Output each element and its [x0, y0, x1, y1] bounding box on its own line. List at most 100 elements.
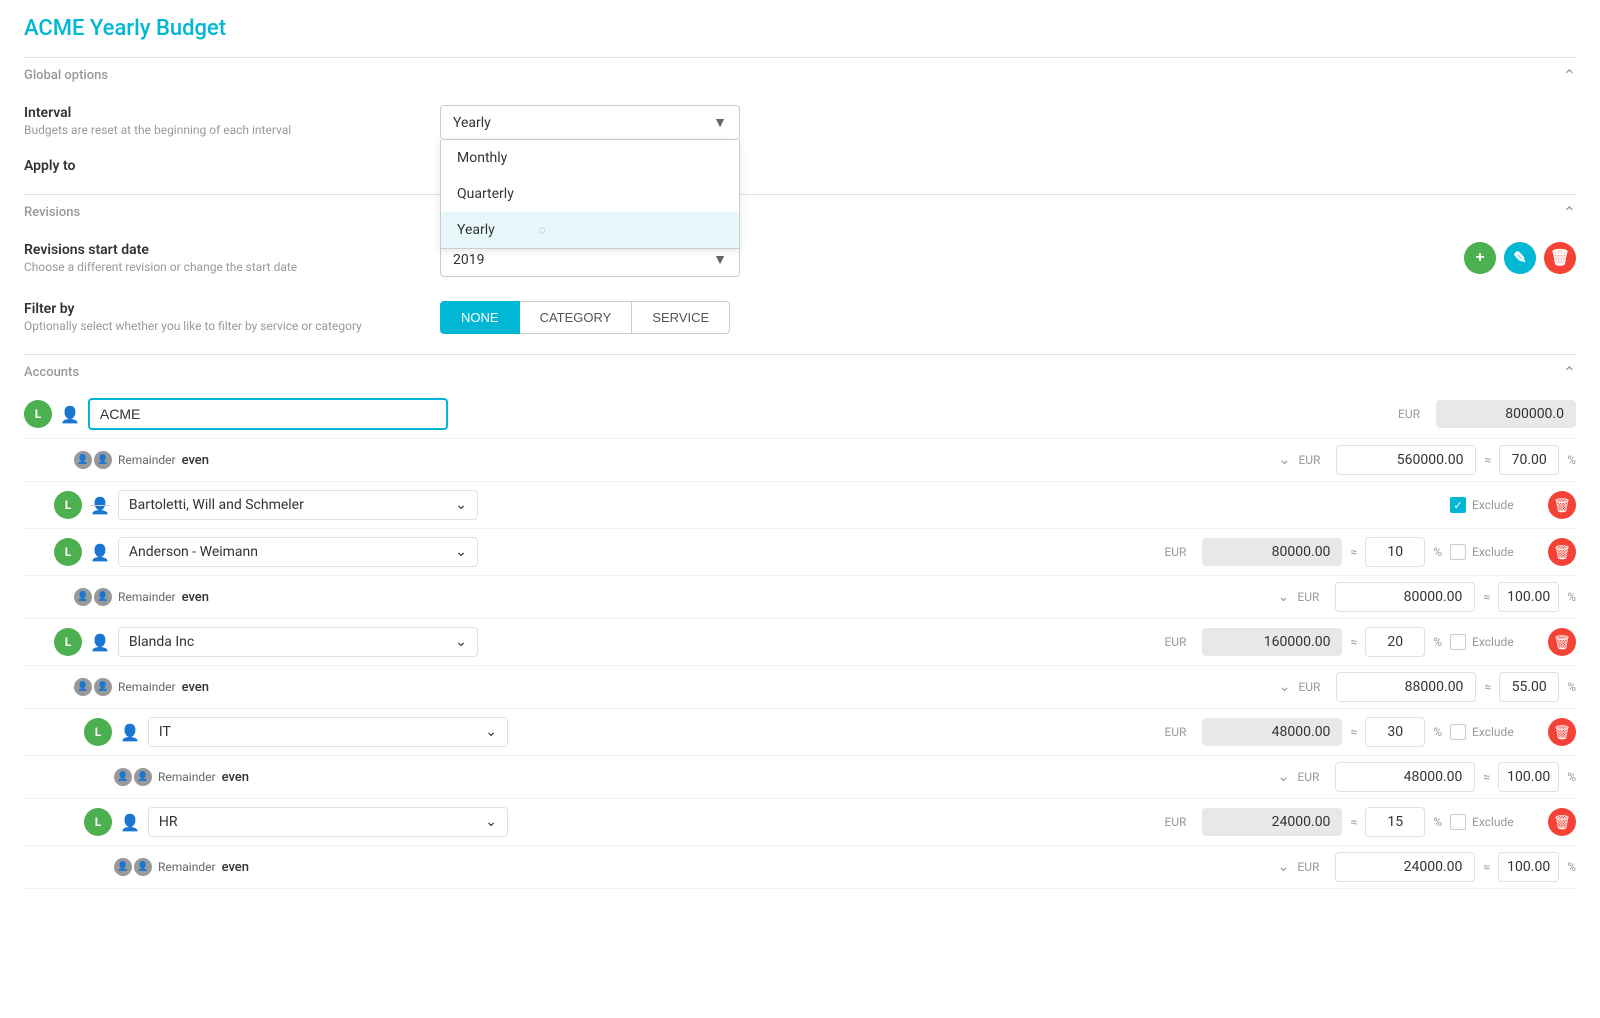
interval-title: Interval: [24, 105, 424, 121]
revisions-date-label: Revisions start date Choose a different …: [24, 242, 424, 274]
bartoletti-select[interactable]: Bartoletti, Will and Schmeler ⌄: [118, 490, 478, 520]
hr-select[interactable]: HR ⌄: [148, 807, 508, 837]
delete-revision-button[interactable]: 🗑: [1544, 242, 1576, 274]
anderson-remainder-amount: 80000.00: [1335, 582, 1475, 612]
anderson-remainder-chevron[interactable]: ⌄: [1278, 589, 1290, 605]
anderson-remainder-value: even: [182, 590, 209, 605]
delete-bartoletti-button[interactable]: 🗑: [1548, 491, 1576, 519]
it-exclude-checkbox[interactable]: [1450, 724, 1466, 740]
anderson-remainder-percent: 100.00: [1498, 582, 1559, 612]
global-options-title: Global options: [24, 68, 108, 83]
anderson-name: Anderson - Weimann: [129, 544, 258, 560]
interval-option-yearly[interactable]: Yearly ◌: [441, 212, 739, 248]
delete-hr-button[interactable]: 🗑: [1548, 808, 1576, 836]
it-approx: ≈: [1350, 725, 1357, 739]
avatar-it: L: [84, 718, 112, 746]
blanda-exclude-checkbox[interactable]: [1450, 634, 1466, 650]
icon-d2: 👤: [134, 768, 152, 786]
it-remainder-percent: 100.00: [1498, 762, 1559, 792]
filter-category-button[interactable]: CATEGORY: [520, 301, 633, 334]
hr-exclude-label: Exclude: [1472, 815, 1514, 829]
it-percent: 30: [1365, 717, 1425, 747]
it-select[interactable]: IT ⌄: [148, 717, 508, 747]
avatar-blanda: L: [54, 628, 82, 656]
hr-remainder-value: even: [222, 860, 249, 875]
account-row-blanda: L 👤 Blanda Inc ⌄ EUR 160000.00 ≈ 20 % Ex…: [24, 619, 1576, 666]
accounts-header: Accounts ⌃: [24, 354, 1576, 390]
person-icon-acme: 👤: [60, 405, 80, 424]
anderson-select[interactable]: Anderson - Weimann ⌄: [118, 537, 478, 567]
it-remainder-currency: EUR: [1297, 770, 1327, 784]
blanda-remainder-approx: ≈: [1484, 680, 1491, 694]
acme-remainder-label: Remainder: [118, 453, 176, 467]
it-remainder-chevron[interactable]: ⌄: [1278, 769, 1290, 785]
interval-select[interactable]: Yearly ▼: [440, 105, 740, 140]
hr-amount: 24000.00: [1202, 808, 1342, 836]
edit-revision-button[interactable]: ✎: [1504, 242, 1536, 274]
avatar-hr: L: [84, 808, 112, 836]
hr-remainder-chevron[interactable]: ⌄: [1278, 859, 1290, 875]
acme-remainder-indent: 👤 👤 Remainder even: [24, 451, 1271, 469]
it-exclude: Exclude: [1450, 724, 1540, 740]
anderson-exclude-checkbox[interactable]: [1450, 544, 1466, 560]
interval-option-quarterly[interactable]: Quarterly: [441, 176, 739, 212]
revisions-chevron[interactable]: ⌃: [1563, 203, 1576, 222]
apply-to-title: Apply to: [24, 158, 424, 174]
delete-blanda-button[interactable]: 🗑: [1548, 628, 1576, 656]
filter-none-button[interactable]: NONE: [440, 301, 520, 334]
hr-remainder-amount: 24000.00: [1335, 852, 1475, 882]
interval-yearly-label: Yearly: [457, 222, 495, 238]
blanda-exclude: Exclude: [1450, 634, 1540, 650]
blanda-exclude-label: Exclude: [1472, 635, 1514, 649]
hr-values: EUR 24000.00 ≈ 15 % Exclude 🗑: [1164, 807, 1576, 837]
acme-remainder-percent: 70.00: [1499, 445, 1559, 475]
filter-service-button[interactable]: SERVICE: [632, 301, 730, 334]
bartoletti-arrow-icon: ⌄: [455, 497, 467, 513]
icon-a1: 👤: [74, 451, 92, 469]
acme-remainder-chevron[interactable]: ⌄: [1279, 452, 1291, 468]
interval-desc: Budgets are reset at the beginning of ea…: [24, 123, 424, 137]
it-exclude-label: Exclude: [1472, 725, 1514, 739]
sub-row-anderson-remainder: 👤 👤 Remainder even ⌄ EUR 80000.00 ≈ 100.…: [24, 576, 1576, 619]
hr-remainder-approx: ≈: [1483, 860, 1490, 874]
it-remainder-amount: 48000.00: [1335, 762, 1475, 792]
anderson-pct-sign: %: [1433, 545, 1442, 559]
hr-remainder-label: Remainder: [158, 860, 216, 874]
account-row-it: L 👤 IT ⌄ EUR 48000.00 ≈ 30 % Exclude 🗑: [24, 709, 1576, 756]
delete-anderson-button[interactable]: 🗑: [1548, 538, 1576, 566]
blanda-remainder-chevron[interactable]: ⌄: [1279, 679, 1291, 695]
hr-arrow-icon: ⌄: [485, 814, 497, 830]
revisions-date-desc: Choose a different revision or change th…: [24, 260, 424, 274]
delete-it-button[interactable]: 🗑: [1548, 718, 1576, 746]
interval-row: Interval Budgets are reset at the beginn…: [24, 93, 1576, 152]
bartoletti-exclude-checkbox[interactable]: ✓: [1450, 497, 1466, 513]
person-icon-bartoletti: 👤: [90, 496, 110, 515]
blanda-remainder-indent: 👤 👤 Remainder even: [24, 678, 1271, 696]
hr-currency: EUR: [1164, 815, 1194, 829]
remainder-icons: 👤 👤: [74, 451, 112, 469]
accounts-chevron[interactable]: ⌃: [1563, 363, 1576, 382]
avatar-acme: L: [24, 400, 52, 428]
add-revision-button[interactable]: +: [1464, 242, 1496, 274]
it-amount: 48000.00: [1202, 718, 1342, 746]
global-options-chevron[interactable]: ⌃: [1563, 66, 1576, 85]
anderson-percent: 10: [1365, 537, 1425, 567]
filter-buttons: NONE CATEGORY SERVICE: [440, 301, 730, 334]
anderson-exclude: Exclude: [1450, 544, 1540, 560]
revisions-date-row: Revisions start date Choose a different …: [24, 230, 1576, 289]
account-input-acme[interactable]: [88, 398, 448, 430]
icon-a2: 👤: [94, 451, 112, 469]
interval-option-monthly[interactable]: Monthly: [441, 140, 739, 176]
anderson-remainder-indent: 👤 👤 Remainder even: [24, 588, 1270, 606]
blanda-select[interactable]: Blanda Inc ⌄: [118, 627, 478, 657]
hr-remainder-currency: EUR: [1297, 860, 1327, 874]
blanda-remainder-currency: EUR: [1298, 680, 1328, 694]
page-title: ACME Yearly Budget: [24, 16, 1576, 41]
hr-percent: 15: [1365, 807, 1425, 837]
hr-exclude-checkbox[interactable]: [1450, 814, 1466, 830]
blanda-remainder-pct-sign: %: [1567, 680, 1576, 694]
icon-c1: 👤: [74, 678, 92, 696]
person-icon-it: 👤: [120, 723, 140, 742]
anderson-exclude-label: Exclude: [1472, 545, 1514, 559]
sub-row-blanda-remainder: 👤 👤 Remainder even ⌄ EUR 88000.00 ≈ 55.0…: [24, 666, 1576, 709]
